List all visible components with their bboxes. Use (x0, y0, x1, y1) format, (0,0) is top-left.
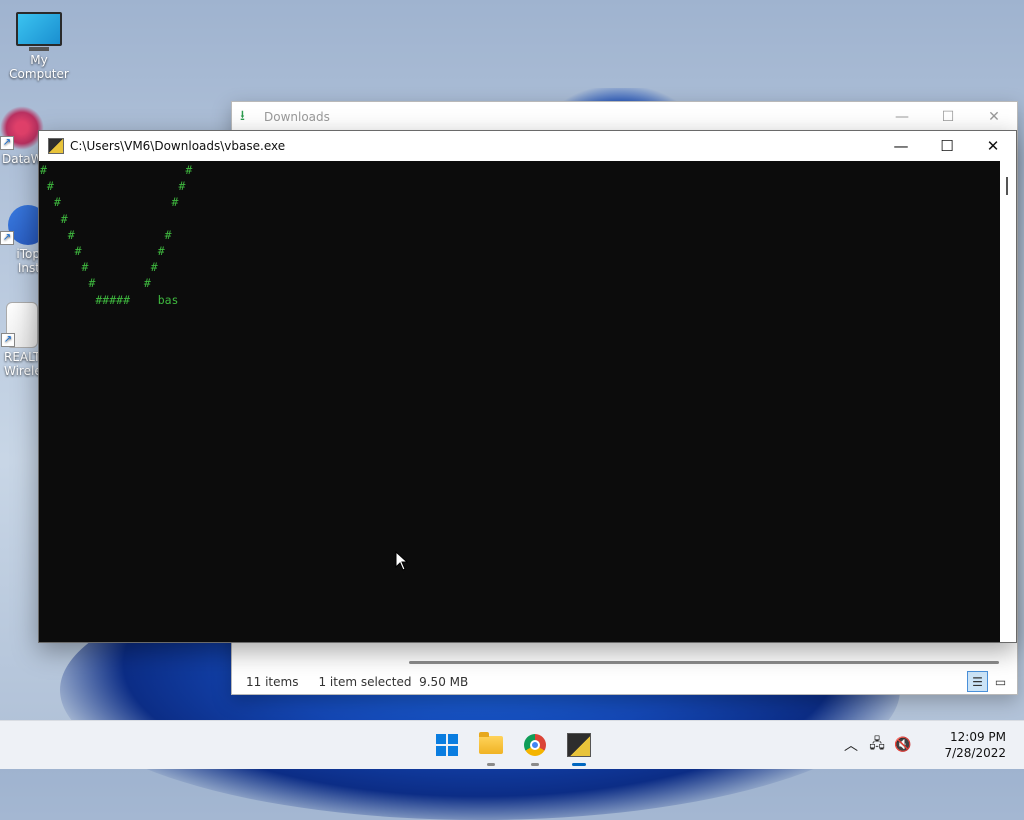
file-explorer-button[interactable] (471, 721, 511, 769)
explorer-titlebar[interactable]: ⭳ Downloads — ☐ ✕ (232, 102, 1017, 132)
taskbar: ︿ 🖧 🔇 12:09 PM 7/28/2022 (0, 720, 1024, 769)
desktop-icon-my-computer[interactable]: My Computer (0, 12, 78, 81)
maximize-button[interactable]: ☐ (925, 109, 971, 125)
desktop-icon-label: My Computer (9, 53, 69, 81)
details-view-button[interactable]: ☰ (967, 671, 988, 692)
scrollbar-thumb[interactable] (1006, 177, 1008, 195)
console-output: # # # # # # # # # # # # # # # ##### bas (40, 163, 193, 307)
running-indicator (531, 763, 539, 766)
console-titlebar[interactable]: C:\Users\VM6\Downloads\vbase.exe — ☐ ✕ (39, 131, 1016, 161)
network-icon[interactable]: 🖧 (864, 733, 890, 757)
vbase-button[interactable] (559, 721, 599, 769)
console-app-icon (48, 138, 64, 154)
console-app-icon (567, 733, 591, 757)
tiles-view-button[interactable]: ▭ (990, 671, 1011, 692)
item-count: 11 items (246, 675, 299, 689)
taskbar-apps (427, 721, 599, 769)
realtek-app-icon: ↗ (1, 302, 38, 348)
close-button[interactable]: ✕ (970, 137, 1016, 155)
clock-time: 12:09 PM (950, 730, 1006, 744)
selection-info: 1 item selected 9.50 MB (318, 675, 469, 689)
shortcut-arrow-icon: ↗ (1, 333, 15, 347)
chevron-up-icon[interactable]: ︿ (838, 735, 864, 755)
windows-logo-icon (436, 734, 458, 756)
chrome-icon (524, 734, 546, 756)
clock-date: 7/28/2022 (944, 746, 1006, 760)
minimize-button[interactable]: — (879, 109, 925, 125)
active-indicator (572, 763, 586, 766)
explorer-title: Downloads (264, 110, 330, 124)
console-output-area[interactable]: # # # # # # # # # # # # # # # ##### bas (39, 161, 1016, 642)
shortcut-arrow-icon: ↗ (0, 136, 14, 150)
monitor-icon (16, 12, 62, 46)
chrome-button[interactable] (515, 721, 555, 769)
close-button[interactable]: ✕ (971, 109, 1017, 125)
volume-muted-icon[interactable]: 🔇 (890, 737, 916, 753)
console-title: C:\Users\VM6\Downloads\vbase.exe (70, 139, 286, 153)
status-bar: 11 items 1 item selected 9.50 MB (246, 675, 468, 689)
running-indicator (487, 763, 495, 766)
start-button[interactable] (427, 721, 467, 769)
clock[interactable]: 12:09 PM 7/28/2022 (916, 729, 1024, 761)
console-window[interactable]: C:\Users\VM6\Downloads\vbase.exe — ☐ ✕ #… (38, 130, 1017, 643)
view-toggle[interactable]: ☰ ▭ (967, 671, 1011, 692)
maximize-button[interactable]: ☐ (924, 137, 970, 155)
shortcut-arrow-icon: ↗ (0, 231, 14, 245)
download-icon: ⭳ (240, 108, 245, 124)
vertical-scrollbar[interactable] (1000, 161, 1016, 642)
horizontal-scrollbar[interactable] (409, 661, 999, 664)
minimize-button[interactable]: — (878, 137, 924, 155)
folder-icon (479, 732, 503, 754)
system-tray: ︿ 🖧 🔇 12:09 PM 7/28/2022 (838, 721, 1024, 769)
